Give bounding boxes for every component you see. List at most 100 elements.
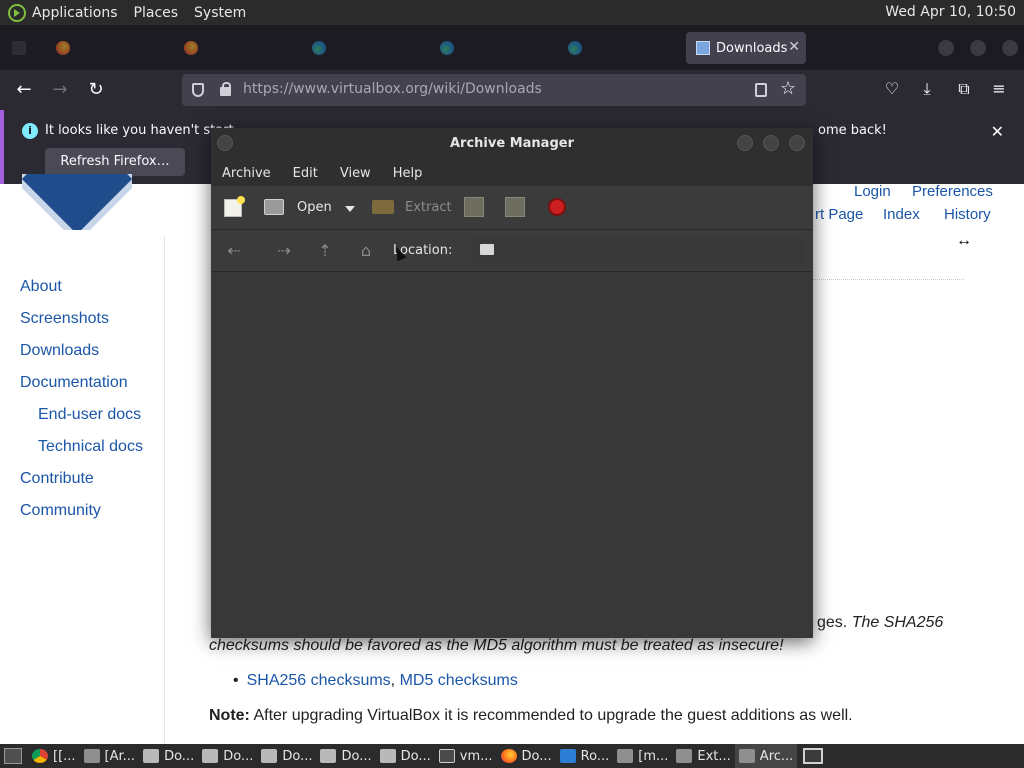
task-item[interactable]: [Ar... xyxy=(80,744,140,768)
browser-tab[interactable] xyxy=(568,36,590,60)
forward-button[interactable]: → xyxy=(48,78,72,102)
sidebar-item-screenshots[interactable]: Screenshots xyxy=(20,310,109,328)
task-item[interactable]: Ro... xyxy=(556,744,614,768)
archive-content-area[interactable] xyxy=(211,272,813,638)
firefox-favicon-icon xyxy=(184,41,198,55)
menu-archive[interactable]: Archive xyxy=(222,166,271,181)
workspace-switcher[interactable] xyxy=(803,748,824,764)
task-label: Do... xyxy=(164,748,195,764)
add-folder-icon[interactable] xyxy=(505,197,525,217)
toolbar: Open Extract xyxy=(211,186,813,230)
reader-view-icon[interactable] xyxy=(755,83,767,97)
md5-checksums-link[interactable]: MD5 checksums xyxy=(400,672,518,689)
show-desktop-button[interactable] xyxy=(4,748,22,764)
forward-arrow-icon[interactable]: ⇢ xyxy=(273,240,295,262)
task-label: Ext... xyxy=(697,748,731,764)
folder-icon xyxy=(202,749,219,763)
close-window-button[interactable] xyxy=(1002,40,1018,56)
menu-view[interactable]: View xyxy=(340,166,371,181)
edge-favicon-icon xyxy=(440,41,454,55)
clock[interactable]: Wed Apr 10, 10:50 xyxy=(885,4,1016,20)
maximize-button[interactable] xyxy=(763,135,779,151)
back-button[interactable]: ← xyxy=(12,78,36,102)
home-icon[interactable]: ⌂ xyxy=(355,240,377,262)
back-arrow-icon[interactable]: ⇠ xyxy=(223,240,245,262)
sidebar-item-contribute[interactable]: Contribute xyxy=(20,470,94,488)
sha256-checksums-link[interactable]: SHA256 checksums xyxy=(247,672,391,689)
sidebar-item-about[interactable]: About xyxy=(20,278,62,296)
system-menu[interactable]: System xyxy=(194,5,246,21)
chrome-icon xyxy=(32,749,48,763)
minimize-button[interactable] xyxy=(737,135,753,151)
task-item[interactable]: Ext... xyxy=(672,744,734,768)
index-link[interactable]: Index xyxy=(883,206,920,223)
open-button[interactable]: Open xyxy=(297,200,332,215)
applications-menu[interactable]: Applications xyxy=(32,5,118,21)
lock-icon[interactable] xyxy=(220,82,231,96)
login-link[interactable]: Login xyxy=(854,183,891,200)
open-archive-icon[interactable] xyxy=(264,199,284,215)
bullet-icon: • xyxy=(233,672,239,689)
task-item[interactable]: Do... xyxy=(257,744,316,768)
history-link[interactable]: History xyxy=(944,206,991,223)
sidebar-item-documentation[interactable]: Documentation xyxy=(20,374,128,392)
browser-tab[interactable] xyxy=(440,36,462,60)
bookmark-star-icon[interactable]: ☆ xyxy=(780,78,796,99)
up-arrow-icon[interactable]: ⇡ xyxy=(314,240,336,262)
browser-tab[interactable] xyxy=(184,36,206,60)
top-panel: Applications Places System Wed Apr 10, 1… xyxy=(0,0,1024,25)
close-window-button[interactable] xyxy=(789,135,805,151)
task-item[interactable]: [[... xyxy=(28,744,80,768)
close-notification-icon[interactable]: ✕ xyxy=(991,122,1004,141)
reload-button[interactable]: ↻ xyxy=(84,78,108,102)
virtualbox-logo[interactable] xyxy=(22,174,132,230)
extract-button[interactable]: Extract xyxy=(405,200,452,215)
task-item[interactable]: Do... xyxy=(376,744,435,768)
tracking-protection-icon[interactable] xyxy=(192,83,204,97)
menu-edit[interactable]: Edit xyxy=(293,166,318,181)
downloads-icon[interactable]: ⤓ xyxy=(916,79,938,99)
task-item[interactable]: Do... xyxy=(316,744,375,768)
stop-icon[interactable] xyxy=(548,198,566,216)
task-item[interactable]: Do... xyxy=(139,744,198,768)
task-item-active[interactable]: Arc... xyxy=(734,744,798,768)
minimize-button[interactable] xyxy=(938,40,954,56)
url-bar[interactable]: https://www.virtualbox.org/wiki/Download… xyxy=(182,74,806,106)
location-field[interactable] xyxy=(473,238,805,264)
browser-tab[interactable] xyxy=(312,36,334,60)
pocket-icon[interactable]: ♡ xyxy=(881,79,903,98)
url-text[interactable]: https://www.virtualbox.org/wiki/Download… xyxy=(243,81,542,97)
note-label: Note: xyxy=(209,707,250,724)
extensions-icon[interactable]: ⧉ xyxy=(953,79,975,99)
task-item[interactable]: [m... xyxy=(613,744,672,768)
sidebar-item-end-user-docs[interactable]: End-user docs xyxy=(38,406,141,424)
sidebar-item-community[interactable]: Community xyxy=(20,502,101,520)
tab-downloads[interactable]: Downloads ✕ xyxy=(686,32,806,64)
maximize-button[interactable] xyxy=(970,40,986,56)
start-page-link[interactable]: rt Page xyxy=(815,206,863,223)
hamburger-menu-icon[interactable]: ≡ xyxy=(988,79,1010,98)
new-archive-icon[interactable] xyxy=(224,196,245,217)
task-item[interactable]: Do... xyxy=(198,744,257,768)
tab-list-button[interactable] xyxy=(12,36,34,60)
refresh-firefox-button[interactable]: Refresh Firefox… xyxy=(45,148,185,176)
menu-help[interactable]: Help xyxy=(393,166,423,181)
notification-message: It looks like you haven't start xyxy=(45,123,234,138)
task-label: [[... xyxy=(53,748,76,764)
sidebar-item-technical-docs[interactable]: Technical docs xyxy=(38,438,143,456)
terminal-icon xyxy=(438,749,455,763)
distro-logo-icon[interactable] xyxy=(8,3,26,22)
sidebar-item-downloads[interactable]: Downloads xyxy=(20,342,99,360)
archive-manager-window[interactable]: Archive Manager Archive Edit View Help O… xyxy=(211,128,813,638)
add-files-icon[interactable] xyxy=(464,197,484,217)
preferences-link[interactable]: Preferences xyxy=(912,183,993,200)
open-recent-dropdown-icon[interactable] xyxy=(345,206,355,212)
window-menu-button[interactable] xyxy=(217,135,233,151)
close-tab-icon[interactable]: ✕ xyxy=(788,39,800,55)
task-item[interactable]: Do... xyxy=(497,744,556,768)
window-title[interactable]: Archive Manager xyxy=(211,128,813,160)
task-item[interactable]: vm... xyxy=(435,744,497,768)
places-menu[interactable]: Places xyxy=(134,5,179,21)
task-label: Do... xyxy=(521,748,552,764)
browser-tab[interactable] xyxy=(56,36,78,60)
